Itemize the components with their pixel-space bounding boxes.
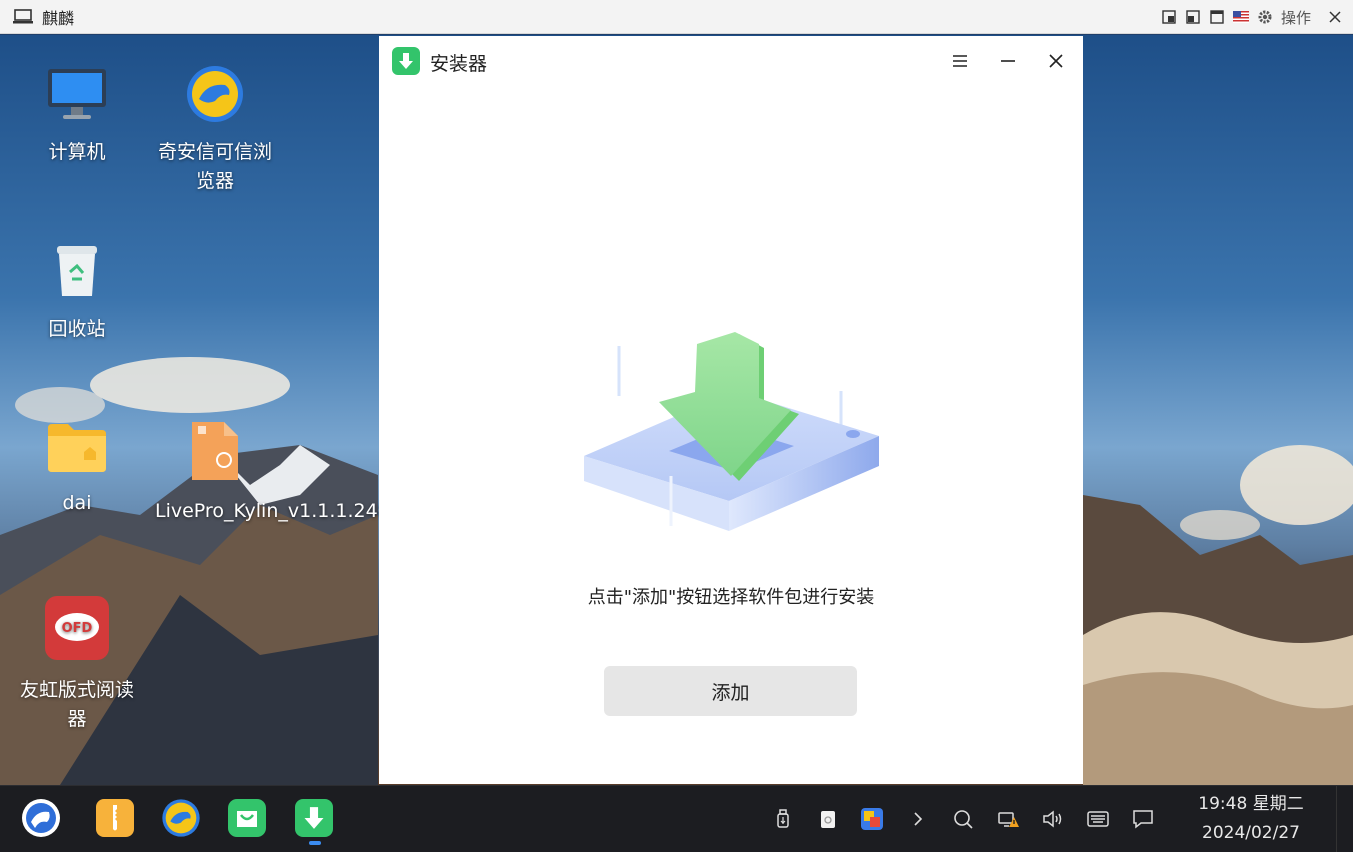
close-icon[interactable] (1327, 9, 1343, 25)
add-button[interactable]: 添加 (604, 666, 857, 716)
vm-title-bar: 麒麟 操作 (0, 0, 1353, 34)
svg-text:OFD: OFD (62, 621, 93, 636)
software-store-icon[interactable] (227, 798, 267, 838)
clock-time: 19:48 星期二 (1198, 794, 1304, 814)
desktop-icon-package[interactable]: LivePro_Kylin_v1.1.1.2401… (155, 420, 421, 526)
installer-app-icon (392, 47, 420, 79)
computer-icon (17, 65, 137, 132)
usb-icon[interactable] (772, 808, 794, 830)
search-icon[interactable] (952, 808, 974, 830)
active-app-indicator (309, 841, 321, 845)
clipboard-icon[interactable] (817, 808, 839, 830)
taskbar: 19:48 星期二 2024/02/27 (0, 785, 1353, 852)
install-hint: 点击"添加"按钮选择软件包进行安装 (587, 587, 875, 608)
vm-title: 麒麟 (42, 8, 75, 28)
clock-date: 2024/02/27 (1202, 823, 1300, 843)
desktop-icon-ofd-reader[interactable]: OFD 友虹版式阅读器 (17, 595, 137, 734)
keyboard-icon[interactable] (1087, 808, 1109, 830)
desktop-icon-label: 回收站 (48, 318, 106, 340)
flag-icon[interactable] (1232, 9, 1249, 25)
monitor-icon (12, 8, 34, 26)
show-desktop-button[interactable] (1336, 786, 1353, 852)
file-manager-icon[interactable] (95, 798, 135, 838)
installer-title-bar: 安装器 (379, 36, 1083, 88)
chevron-right-icon[interactable] (907, 808, 929, 830)
color-app-icon[interactable] (861, 808, 883, 830)
desktop-icon-browser[interactable]: 奇安信可信浏览器 (155, 65, 275, 196)
trash-icon (17, 242, 137, 309)
desktop-icon-home-folder[interactable]: dai (17, 420, 137, 518)
installer-window: 安装器 点击"添加"按钮选择软件包进行安装 添加 (379, 36, 1083, 784)
network-warning-icon[interactable] (998, 808, 1020, 830)
installer-title: 安装器 (430, 53, 488, 75)
package-icon (155, 420, 275, 491)
desktop-icon-label: 友虹版式阅读器 (19, 679, 134, 730)
installer-icon[interactable] (294, 798, 334, 838)
menu-icon[interactable] (947, 48, 973, 74)
desktop-icon-label: dai (62, 492, 92, 514)
operation-menu[interactable]: 操作 (1281, 7, 1311, 28)
desktop-icon-label: 计算机 (48, 141, 106, 163)
close-icon[interactable] (1043, 48, 1069, 74)
desktop-icon-label: 奇安信可信浏览器 (157, 141, 272, 192)
gear-icon[interactable] (1257, 9, 1273, 25)
window-mode-2-icon[interactable] (1185, 9, 1201, 25)
clock[interactable]: 19:48 星期二 2024/02/27 (1192, 790, 1310, 848)
window-mode-1-icon[interactable] (1161, 9, 1177, 25)
browser-icon[interactable] (161, 798, 201, 838)
home-folder-icon (17, 420, 137, 483)
ofd-reader-icon: OFD (17, 595, 137, 670)
notification-icon[interactable] (1132, 808, 1154, 830)
volume-icon[interactable] (1042, 808, 1064, 830)
install-illustration (584, 332, 879, 531)
window-mode-3-icon[interactable] (1209, 9, 1225, 25)
browser-icon (155, 65, 275, 132)
minimize-icon[interactable] (995, 48, 1021, 74)
desktop-icon-trash[interactable]: 回收站 (17, 242, 137, 344)
desktop-icon-computer[interactable]: 计算机 (17, 65, 137, 167)
start-menu-icon[interactable] (21, 798, 61, 838)
